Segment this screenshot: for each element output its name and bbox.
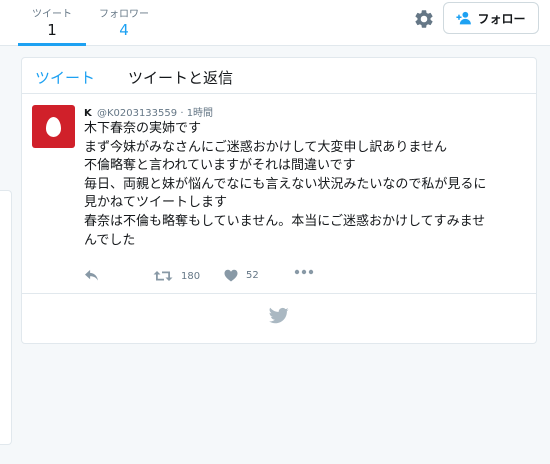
follow-button-label: フォロー — [477, 11, 526, 26]
timeline-card: ツイート ツイートと返信 K @K0203133559 · 1時間 木下春奈の実… — [21, 57, 537, 344]
retweet-icon — [153, 271, 173, 281]
tweet-timestamp[interactable]: 1時間 — [187, 108, 213, 119]
tweet-text-line: 春奈は不倫も略奪もしていません。本当にご迷惑おかけしてすみませ — [84, 213, 486, 229]
add-user-icon — [456, 11, 472, 25]
tweet-text-line: 木下春奈の実姉です — [84, 121, 202, 136]
like-count: 52 — [246, 270, 259, 281]
followers-stat-tab[interactable]: フォロワー 4 — [96, 0, 152, 46]
tweets-stat-label: ツイート — [32, 9, 72, 20]
tweet-header: K @K0203133559 · 1時間 — [84, 104, 213, 119]
follow-button[interactable]: フォロー — [443, 2, 539, 34]
tweet-text-line: 毎日、両親と妹が悩んでなにも言えない状況みたいなので私が見るに — [84, 176, 487, 192]
more-icon — [294, 269, 314, 275]
reply-icon — [85, 269, 98, 281]
like-button[interactable]: 52 — [224, 269, 259, 282]
tweet-text-line: まず今妹がみなさんにご迷惑おかけして大変申し訳ありません — [84, 139, 447, 155]
tab-tweets[interactable]: ツイート — [35, 67, 95, 88]
tweet[interactable]: K @K0203133559 · 1時間 木下春奈の実姉です まず今妹がみなさん… — [22, 94, 536, 294]
followers-stat-value: 4 — [119, 21, 129, 39]
reply-button[interactable] — [84, 269, 99, 282]
twitter-bird-icon — [269, 307, 289, 324]
followers-stat-label: フォロワー — [99, 9, 149, 20]
avatar[interactable] — [32, 105, 75, 148]
tab-tweets-and-replies[interactable]: ツイートと返信 — [128, 67, 233, 88]
retweet-count: 180 — [181, 270, 201, 282]
tweets-stat-value: 1 — [47, 21, 57, 39]
retweet-button[interactable]: 180 — [153, 269, 200, 283]
more-options-button[interactable] — [294, 269, 314, 275]
separator-dot: · — [180, 108, 184, 119]
display-name[interactable]: K — [84, 108, 92, 119]
tweet-actions: 180 52 — [84, 269, 384, 287]
gear-icon[interactable] — [413, 8, 435, 30]
timeline-tabs: ツイート ツイートと返信 — [22, 58, 536, 94]
egg-icon — [46, 116, 61, 137]
heart-icon — [224, 269, 238, 282]
timeline-footer — [22, 294, 536, 343]
tweet-text-line: 見かねてツイートします — [84, 195, 228, 211]
tweet-text-line: んでした — [84, 232, 136, 248]
tweets-stat-tab[interactable]: ツイート 1 — [18, 0, 86, 46]
side-module-edge — [0, 190, 12, 445]
tweet-text-line: 不倫略奪と言われていますがそれは間違いです — [84, 158, 356, 174]
user-handle[interactable]: @K0203133559 — [97, 108, 177, 119]
tweet-text: 木下春奈の実姉です まず今妹がみなさんにご迷惑おかけして大変申し訳ありません 不… — [84, 120, 530, 250]
profile-nav: ツイート 1 フォロワー 4 フォロー — [0, 0, 550, 46]
